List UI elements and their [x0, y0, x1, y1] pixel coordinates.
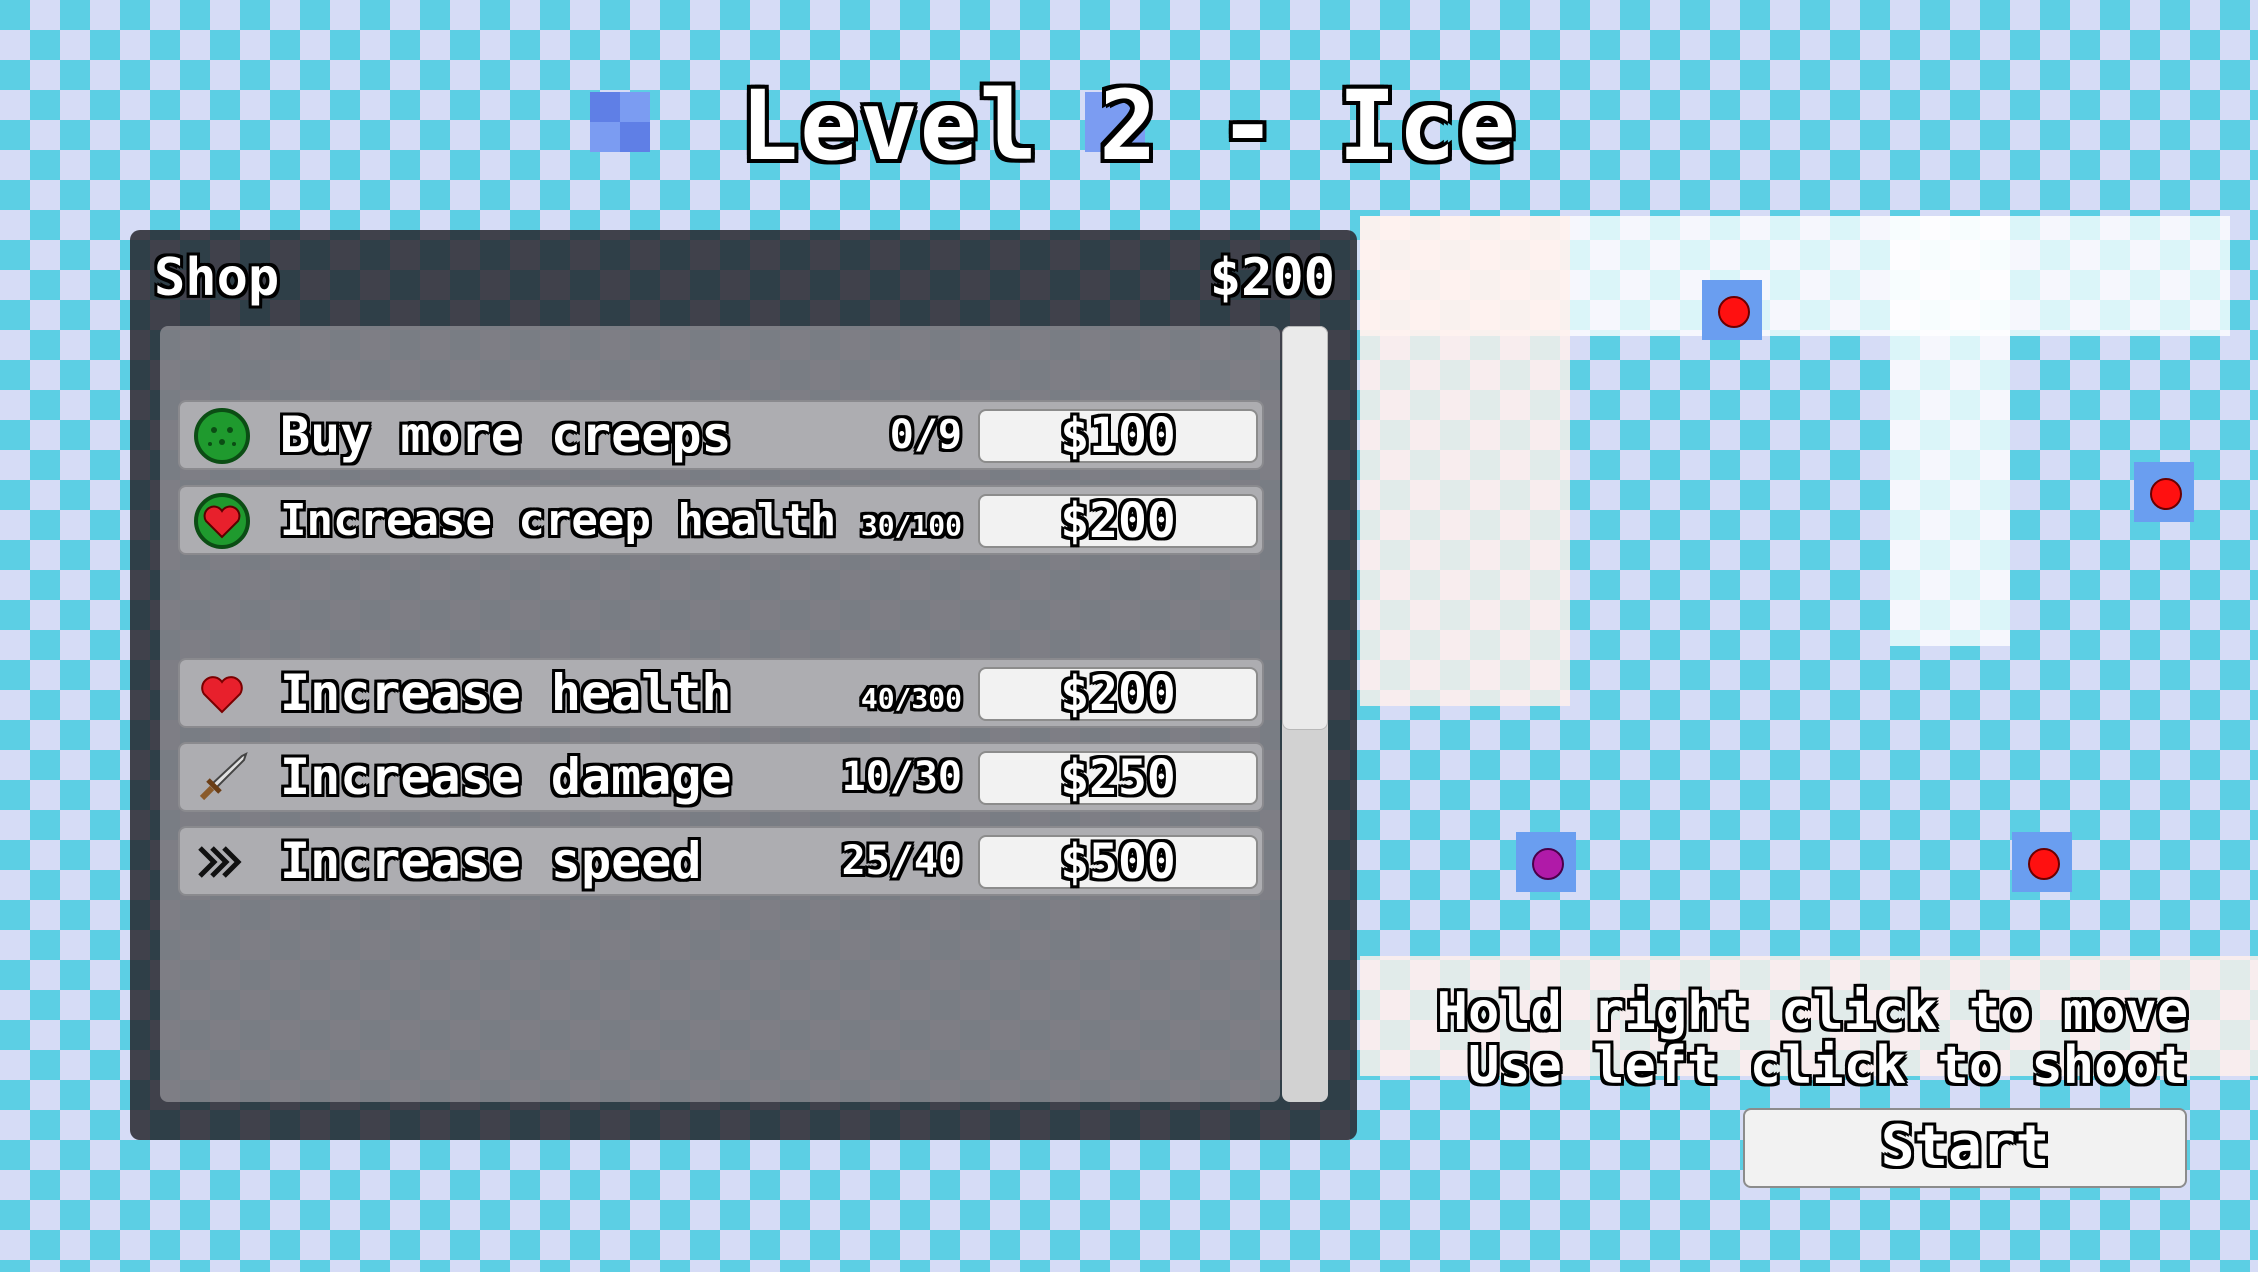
shop-panel: Shop $200 Buy more creeps 0/9 $100 Incre…: [130, 230, 1357, 1140]
buy-creeps-button[interactable]: $100: [978, 409, 1258, 463]
enemy-red-icon: [1718, 296, 1750, 328]
enemy-spiked: [2134, 462, 2194, 522]
hint-move-text: Hold right click to move: [1436, 982, 2188, 1042]
shop-row-buy-creeps: Buy more creeps 0/9 $100: [178, 400, 1264, 470]
enemy-purple: [1516, 832, 1576, 892]
shop-item-label: Increase creep health: [280, 495, 837, 546]
enemy-spiked: [2012, 832, 2072, 892]
enemy-red-icon: [2150, 478, 2182, 510]
shop-title: Shop: [154, 248, 280, 308]
money-display: $200: [1209, 248, 1335, 308]
buy-speed-button[interactable]: $500: [978, 835, 1258, 889]
creep-icon: [194, 408, 250, 464]
chevrons-icon: [198, 846, 242, 878]
page-title: Level 2 - Ice: [740, 70, 1518, 182]
shop-item-count: 0/9: [889, 412, 962, 458]
creep-heart-icon: [194, 493, 250, 549]
shop-item-count: 30/100: [860, 509, 962, 542]
buy-health-button[interactable]: $200: [978, 667, 1258, 721]
ice-path-right-column: [1890, 216, 2010, 646]
shop-item-count: 40/300: [860, 682, 962, 715]
enemy-purple-icon: [1532, 848, 1564, 880]
shop-item-count: 25/40: [841, 838, 962, 884]
buy-creep-health-button[interactable]: $200: [978, 494, 1258, 548]
enemy-red-icon: [2028, 848, 2060, 880]
shop-row-damage: Increase damage 10/30 $250: [178, 742, 1264, 812]
shop-item-label: Buy more creeps: [280, 406, 732, 464]
heart-icon: [201, 676, 243, 714]
shop-item-count: 10/30: [841, 754, 962, 800]
shop-row-health: Increase health 40/300 $200: [178, 658, 1264, 728]
enemy-bomb: [1702, 280, 1762, 340]
buy-damage-button[interactable]: $250: [978, 751, 1258, 805]
hint-shoot-text: Use left click to shoot: [1467, 1036, 2188, 1096]
ice-path-left-column: [1360, 216, 1570, 706]
shop-item-label: Increase damage: [280, 748, 732, 806]
shop-item-label: Increase health: [280, 664, 732, 722]
shop-row-speed: Increase speed 25/40 $500: [178, 826, 1264, 896]
start-button[interactable]: Start: [1743, 1108, 2187, 1188]
scrollbar-thumb[interactable]: [1282, 326, 1328, 730]
shop-row-creep-health: Increase creep health 30/100 $200: [178, 485, 1264, 555]
shop-item-label: Increase speed: [280, 832, 702, 890]
sword-icon: [199, 752, 248, 801]
